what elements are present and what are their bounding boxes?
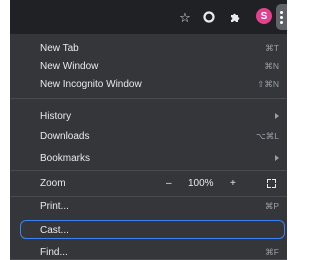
puzzle-icon[interactable] [226,8,244,26]
menu-item-shortcut: ⌘F [265,246,279,257]
menu-item-history[interactable]: History [10,106,287,126]
menu-item-label: Zoom [40,177,66,189]
menu-item-label: New Tab [40,42,79,54]
menu-item-shortcut: ⇧⌘N [257,78,279,89]
menu-item-print[interactable]: Print... ⌘P [10,196,287,216]
menu-item-label: New Incognito Window [40,78,142,90]
menu-item-label: Find... [40,246,68,258]
browser-menu-frame: ☆ S New Tab ⌘T New Window ⌘N New Incogni… [10,0,287,260]
menu-separator [10,170,287,171]
submenu-arrow-icon [275,155,279,161]
star-icon[interactable]: ☆ [176,8,194,26]
fullscreen-icon[interactable] [267,178,276,188]
zoom-in-button[interactable]: + [230,178,236,189]
menu-item-new-tab[interactable]: New Tab ⌘T [10,38,287,58]
focus-ring [20,220,285,239]
menu-item-new-window[interactable]: New Window ⌘N [10,56,287,76]
menu-item-shortcut: ⌘T [265,42,279,53]
submenu-arrow-icon [275,113,279,119]
profile-avatar[interactable]: S [256,8,272,24]
menu-item-find[interactable]: Find... ⌘F [10,242,287,260]
menu-item-shortcut: ⌘P [264,200,279,211]
menu-item-bookmarks[interactable]: Bookmarks [10,148,287,168]
menu-item-downloads[interactable]: Downloads ⌥⌘L [10,126,287,146]
menu-item-new-incognito-window[interactable]: New Incognito Window ⇧⌘N [10,74,287,94]
menu-item-label: History [40,110,72,122]
menu-item-zoom: Zoom – 100% + [10,173,287,193]
menu-item-shortcut: ⌥⌘L [255,130,279,141]
menu-item-label: New Window [40,60,99,72]
menu-item-label: Bookmarks [40,152,91,164]
zoom-out-button[interactable]: – [166,178,172,189]
menu-item-label: Print... [40,200,69,212]
kebab-menu-icon[interactable] [276,4,287,30]
menu-separator [10,98,287,99]
circle-extension-icon[interactable] [200,8,218,26]
menu-item-label: Downloads [40,130,90,142]
zoom-level: 100% [188,177,214,189]
browser-toolbar: ☆ S [10,0,287,34]
menu-item-shortcut: ⌘N [264,60,279,71]
